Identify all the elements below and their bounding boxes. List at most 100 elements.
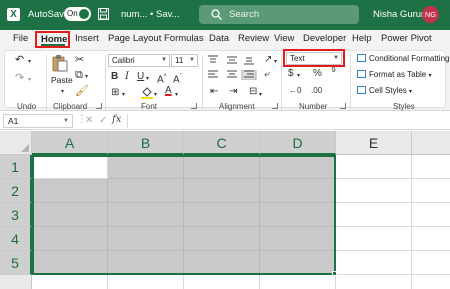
accounting-dropdown-icon[interactable]: ▾	[297, 71, 300, 81]
search-box[interactable]: Search	[199, 5, 359, 24]
cell-c1[interactable]	[184, 155, 260, 179]
percent-style-icon[interactable]: %	[313, 69, 322, 79]
cell-c4[interactable]	[184, 227, 260, 251]
undo-icon[interactable]: ↶	[15, 55, 24, 66]
underline-icon[interactable]: U	[137, 72, 144, 82]
fill-color-icon[interactable]	[141, 87, 153, 99]
cell-e2[interactable]	[336, 179, 412, 203]
tab-power-pivot[interactable]: Power Pivot	[381, 33, 432, 44]
paste-button[interactable]: Paste	[51, 75, 73, 85]
row-header-5[interactable]: 5	[0, 251, 32, 275]
column-header-b[interactable]: B	[108, 131, 184, 155]
format-as-table-button[interactable]: Format as Table ▾	[357, 70, 431, 79]
row-header-1[interactable]: 1	[0, 155, 32, 179]
cell-e6[interactable]	[336, 275, 412, 289]
copy-dropdown-icon[interactable]: ▾	[85, 72, 88, 82]
borders-icon[interactable]: ⊞	[111, 88, 119, 98]
italic-icon[interactable]: I	[125, 72, 129, 82]
wrap-text-icon[interactable]: ⤶	[264, 70, 270, 80]
tab-review[interactable]: Review	[238, 33, 269, 44]
fill-color-dropdown-icon[interactable]: ▾	[154, 90, 157, 100]
cell-f4[interactable]	[412, 227, 450, 251]
cell-a1[interactable]	[32, 155, 108, 179]
decrease-indent-icon[interactable]: ⇤	[210, 87, 218, 97]
cell-e3[interactable]	[336, 203, 412, 227]
row-header-2[interactable]: 2	[0, 179, 32, 203]
increase-decimal-icon[interactable]: ←0	[289, 86, 301, 96]
formula-input[interactable]	[127, 114, 447, 128]
cell-b5[interactable]	[108, 251, 184, 275]
increase-indent-icon[interactable]: ⇥	[229, 87, 237, 97]
cell-b4[interactable]	[108, 227, 184, 251]
cell-d6[interactable]	[260, 275, 336, 289]
accounting-format-icon[interactable]: $	[288, 69, 294, 79]
font-color-dropdown-icon[interactable]: ▾	[175, 90, 178, 100]
cell-e4[interactable]	[336, 227, 412, 251]
number-launcher-icon[interactable]	[340, 103, 346, 109]
tab-home[interactable]: Home	[35, 31, 70, 48]
tab-formulas[interactable]: Formulas	[164, 33, 204, 44]
undo-dropdown-icon[interactable]: ▾	[28, 57, 31, 67]
cell-f2[interactable]	[412, 179, 450, 203]
redo-dropdown-icon[interactable]: ▾	[28, 75, 31, 85]
font-launcher-icon[interactable]	[191, 103, 197, 109]
column-header-c[interactable]: C	[184, 131, 260, 155]
column-header-d[interactable]: D	[260, 131, 336, 155]
row-header-4[interactable]: 4	[0, 227, 32, 251]
tab-data[interactable]: Data	[209, 33, 229, 44]
borders-dropdown-icon[interactable]: ▾	[122, 90, 125, 100]
cut-icon[interactable]: ✂	[75, 55, 84, 66]
tab-help[interactable]: Help	[352, 33, 372, 44]
paste-icon[interactable]	[52, 54, 68, 72]
cell-a5[interactable]	[32, 251, 108, 275]
redo-icon[interactable]: ↷	[15, 73, 24, 84]
insert-function-button[interactable]: fx	[112, 114, 121, 125]
vertical-align-icons[interactable]	[207, 55, 265, 65]
cell-a3[interactable]	[32, 203, 108, 227]
tab-developer[interactable]: Developer	[303, 33, 346, 44]
cell-c6[interactable]	[184, 275, 260, 289]
name-box[interactable]: A1 ▼	[3, 114, 73, 128]
enter-icon[interactable]: ✓	[99, 115, 107, 126]
cell-f1[interactable]	[412, 155, 450, 179]
cell-d4[interactable]	[260, 227, 336, 251]
font-color-icon[interactable]: A	[165, 86, 172, 96]
comma-style-icon[interactable]: ⁹	[331, 65, 336, 77]
font-size-combo[interactable]: 11 ▼	[171, 54, 198, 67]
bold-icon[interactable]: B	[111, 72, 118, 82]
conditional-formatting-button[interactable]: Conditional Formatting ▾	[357, 54, 450, 63]
save-icon[interactable]	[98, 8, 109, 20]
document-filename[interactable]: num... • Sav...	[121, 9, 180, 20]
cell-d5[interactable]	[260, 251, 336, 275]
clipboard-launcher-icon[interactable]	[96, 103, 102, 109]
tab-insert[interactable]: Insert	[75, 33, 99, 44]
horizontal-align-icons[interactable]	[207, 70, 265, 80]
merge-center-icon[interactable]: ⊟	[249, 87, 257, 97]
cell-c5[interactable]	[184, 251, 260, 275]
cell-a6[interactable]	[32, 275, 108, 289]
cell-f3[interactable]	[412, 203, 450, 227]
row-header-3[interactable]: 3	[0, 203, 32, 227]
row-header-6[interactable]	[0, 275, 32, 289]
cell-b1[interactable]	[108, 155, 184, 179]
cell-c3[interactable]	[184, 203, 260, 227]
font-name-combo[interactable]: Calibri ▼	[108, 54, 170, 67]
column-header-f[interactable]	[412, 131, 450, 155]
cell-d2[interactable]	[260, 179, 336, 203]
select-all-button[interactable]	[0, 131, 32, 155]
merge-dropdown-icon[interactable]: ▾	[259, 90, 262, 100]
column-header-e[interactable]: E	[336, 131, 412, 155]
orientation-icon[interactable]: ↗	[264, 55, 272, 65]
tab-file[interactable]: File	[13, 33, 28, 44]
cell-b6[interactable]	[108, 275, 184, 289]
cell-e1[interactable]	[336, 155, 412, 179]
tab-view[interactable]: View	[274, 33, 294, 44]
cell-a2[interactable]	[32, 179, 108, 203]
paste-dropdown-icon[interactable]: ▾	[61, 87, 64, 97]
decrease-decimal-icon[interactable]: .00	[311, 86, 322, 96]
cell-d3[interactable]	[260, 203, 336, 227]
alignment-launcher-icon[interactable]	[272, 103, 278, 109]
cell-d1[interactable]	[260, 155, 336, 179]
cell-b3[interactable]	[108, 203, 184, 227]
copy-icon[interactable]: ⧉	[75, 70, 83, 81]
